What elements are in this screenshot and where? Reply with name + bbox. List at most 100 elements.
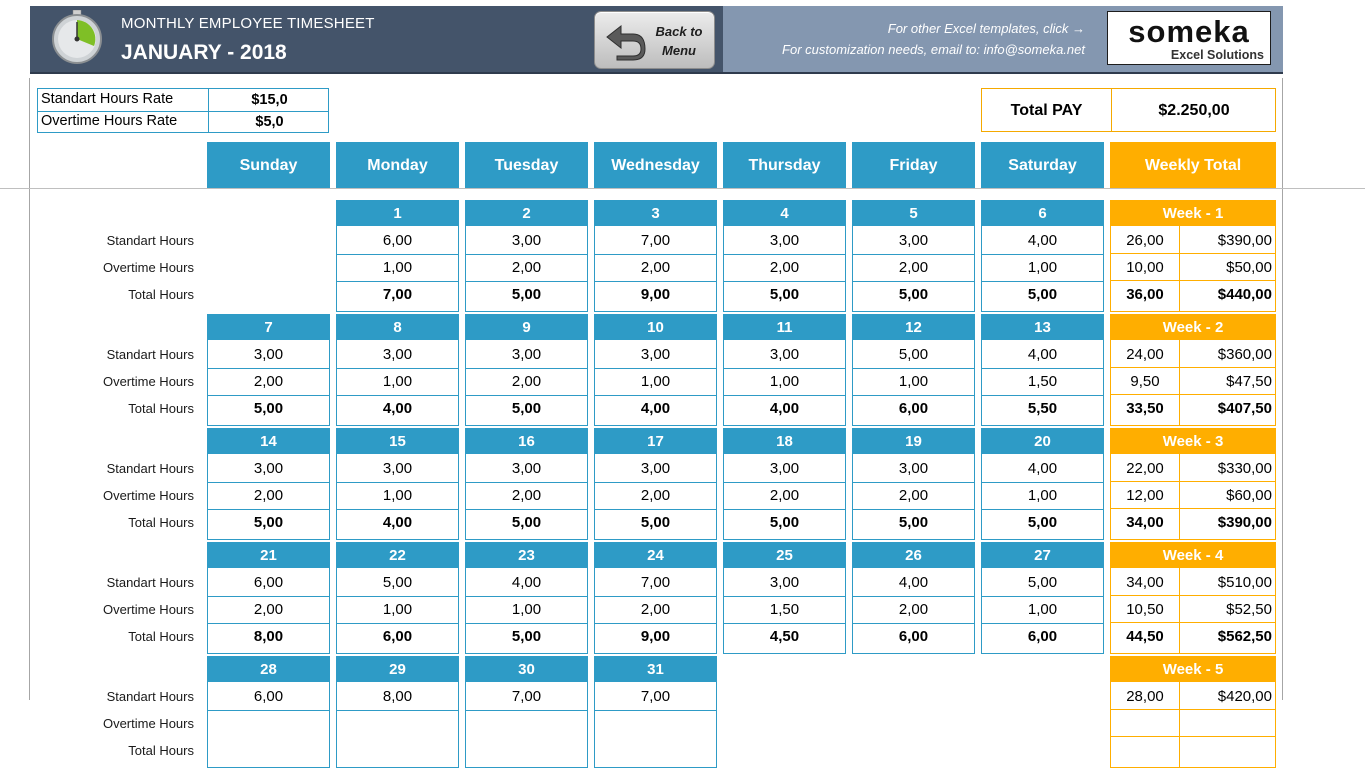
standard-hours-input[interactable]: 3,00 (724, 227, 845, 255)
total-hours-value: 4,50 (769, 628, 800, 645)
standard-hours-input[interactable]: 4,00 (466, 569, 587, 597)
day-number: 8 (336, 314, 459, 340)
day-cell: 21 6,00 2,00 8,00 (207, 542, 330, 654)
total-hours-value: 5,00 (769, 514, 800, 531)
standard-hours-input[interactable]: 3,00 (853, 227, 974, 255)
standard-hours-input[interactable]: 6,00 (208, 569, 329, 597)
total-pay-box: Total PAY $2.250,00 (981, 88, 1276, 132)
overtime-hours-input[interactable]: 1,00 (853, 368, 974, 396)
overtime-hours-input[interactable]: 1,00 (337, 368, 458, 396)
total-hours-value: 5,00 (898, 514, 929, 531)
standard-hours-input[interactable]: 7,00 (595, 683, 716, 711)
overtime-hours-input[interactable]: 2,00 (595, 596, 716, 624)
overtime-hours-input[interactable]: 1,50 (724, 596, 845, 624)
standard-hours-input[interactable]: 6,00 (337, 227, 458, 255)
standard-hours-input[interactable]: 3,00 (724, 455, 845, 483)
weekly-std-pay: $420,00 (1217, 688, 1272, 705)
sheet-border-right (1282, 78, 1283, 700)
weekly-ot-hours: 10,50 (1126, 601, 1164, 618)
row-label-overtime: Overtime Hours (102, 716, 194, 731)
total-pay-value: $2.250,00 (1111, 89, 1276, 131)
day-cell: 20 4,00 1,00 5,00 (981, 428, 1104, 540)
overtime-hours-input[interactable]: 1,00 (337, 254, 458, 282)
overtime-hours-input[interactable]: 1,00 (982, 254, 1103, 282)
standard-hours-input[interactable]: 7,00 (595, 569, 716, 597)
total-hours-value: 7,00 (382, 286, 413, 303)
standard-hours-input[interactable]: 7,00 (595, 227, 716, 255)
overtime-hours-input[interactable]: 2,00 (466, 254, 587, 282)
standard-hours-input[interactable]: 3,00 (466, 341, 587, 369)
overtime-hours-input[interactable]: 2,00 (853, 254, 974, 282)
header-thursday: Thursday (723, 142, 846, 188)
standard-hours-input[interactable]: 3,00 (337, 455, 458, 483)
standard-hours-input[interactable]: 5,00 (337, 569, 458, 597)
weekly-std-hours: 28,00 (1126, 688, 1164, 705)
overtime-hours-input[interactable]: 1,50 (982, 368, 1103, 396)
total-hours-value: 5,00 (1027, 514, 1058, 531)
day-number: 4 (723, 200, 846, 226)
standard-hours-input[interactable]: 3,00 (595, 341, 716, 369)
overtime-hours-input[interactable]: 2,00 (595, 482, 716, 510)
standard-hours-input[interactable]: 3,00 (208, 455, 329, 483)
overtime-hours-input[interactable]: 1,00 (337, 482, 458, 510)
day-number: 1 (336, 200, 459, 226)
overtime-rate-input[interactable]: $5,0 (208, 111, 330, 133)
weekly-total-cell: Week - 2 24,00 $360,00 9,50 $47,50 33,50 $407,… (1110, 314, 1276, 426)
overtime-hours-input[interactable]: 1,00 (982, 482, 1103, 510)
overtime-hours-input[interactable]: 2,00 (466, 482, 587, 510)
day-cell: 24 7,00 2,00 9,00 (594, 542, 717, 654)
row-label-standard: Standart Hours (106, 233, 194, 248)
row-label-standard: Standart Hours (106, 347, 194, 362)
overtime-hours-input[interactable]: 2,00 (208, 596, 329, 624)
standard-hours-input[interactable]: 4,00 (982, 341, 1103, 369)
day-cell: 10 3,00 1,00 4,00 (594, 314, 717, 426)
weekly-std-hours: 26,00 (1126, 232, 1164, 249)
total-hours-value: 9,00 (640, 286, 671, 303)
overtime-hours-input[interactable]: 2,00 (853, 482, 974, 510)
standard-hours-input[interactable]: 8,00 (337, 683, 458, 711)
weekly-ot-hours: 10,00 (1126, 259, 1164, 276)
weekly-std-hours: 22,00 (1126, 460, 1164, 477)
total-pay-label: Total PAY (1010, 102, 1083, 119)
standard-hours-input[interactable]: 3,00 (208, 341, 329, 369)
overtime-hours-input[interactable]: 2,00 (724, 254, 845, 282)
overtime-hours-input[interactable]: 1,00 (595, 368, 716, 396)
weekly-ot-hours: 12,00 (1126, 487, 1164, 504)
standard-hours-input[interactable]: 4,00 (982, 455, 1103, 483)
standard-hours-input[interactable]: 4,00 (982, 227, 1103, 255)
standard-hours-input[interactable]: 3,00 (337, 341, 458, 369)
overtime-hours-input[interactable]: 2,00 (595, 254, 716, 282)
standard-hours-input[interactable]: 7,00 (466, 683, 587, 711)
standard-hours-input[interactable]: 4,00 (853, 569, 974, 597)
total-hours-value: 6,00 (1027, 628, 1058, 645)
overtime-hours-input[interactable]: 2,00 (208, 482, 329, 510)
overtime-hours-input[interactable]: 2,00 (724, 482, 845, 510)
overtime-hours-input[interactable]: 1,00 (337, 596, 458, 624)
total-hours-value: 5,00 (769, 286, 800, 303)
overtime-hours-input[interactable]: 1,00 (724, 368, 845, 396)
templates-link[interactable]: For other Excel templates, click → (780, 21, 1085, 36)
day-number: 2 (465, 200, 588, 226)
total-hours-value: 4,00 (382, 400, 413, 417)
standard-hours-input[interactable]: 5,00 (982, 569, 1103, 597)
standard-hours-input[interactable]: 3,00 (595, 455, 716, 483)
overtime-hours-input[interactable]: 2,00 (466, 368, 587, 396)
overtime-hours-input[interactable]: 1,00 (982, 596, 1103, 624)
weekly-std-hours: 34,00 (1126, 574, 1164, 591)
overtime-hours-input[interactable]: 2,00 (208, 368, 329, 396)
standard-hours-input[interactable]: 3,00 (466, 227, 587, 255)
overtime-hours-input[interactable]: 1,00 (466, 596, 587, 624)
overtime-hours-input[interactable]: 2,00 (853, 596, 974, 624)
row-label-total: Total Hours (128, 743, 194, 758)
standard-hours-input[interactable]: 3,00 (724, 341, 845, 369)
standard-rate-input[interactable]: $15,0 (208, 89, 330, 111)
standard-hours-input[interactable]: 5,00 (853, 341, 974, 369)
back-to-menu-button[interactable]: Back to Menu (594, 11, 715, 69)
standard-hours-input[interactable]: 3,00 (853, 455, 974, 483)
someka-logo[interactable]: someka Excel Solutions (1107, 11, 1271, 65)
weekly-total-hours: 44,50 (1126, 628, 1164, 645)
day-cell: 25 3,00 1,50 4,50 (723, 542, 846, 654)
standard-hours-input[interactable]: 3,00 (724, 569, 845, 597)
standard-hours-input[interactable]: 3,00 (466, 455, 587, 483)
standard-hours-input[interactable]: 6,00 (208, 683, 329, 711)
